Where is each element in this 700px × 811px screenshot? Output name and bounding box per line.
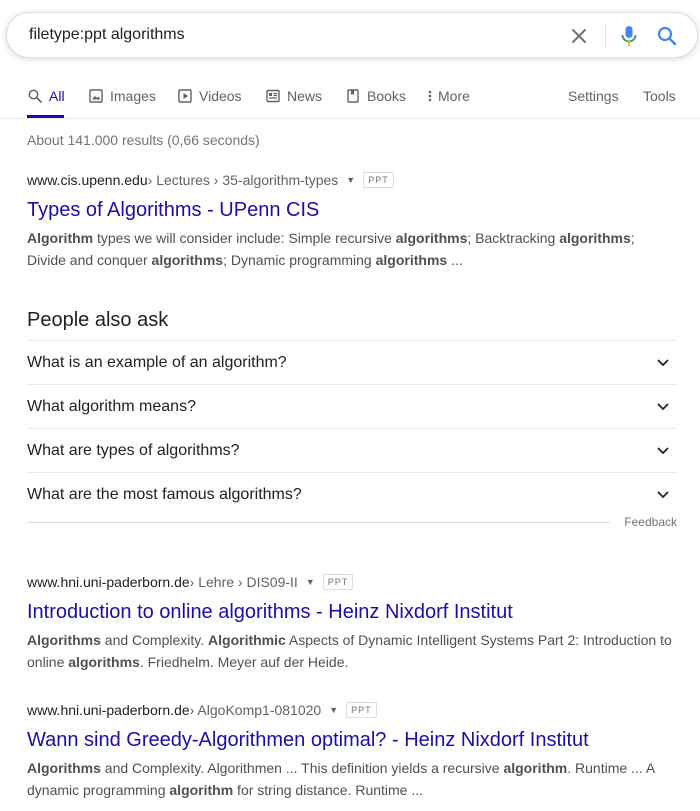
tab-news[interactable]: News: [265, 86, 322, 106]
tab-label: All: [49, 88, 65, 104]
settings-link[interactable]: Settings: [568, 86, 619, 106]
result-domain: www.cis.upenn.edu: [27, 172, 148, 188]
caret-down-icon[interactable]: ▼: [329, 705, 338, 715]
filetype-badge: PPT: [346, 702, 377, 718]
search-input[interactable]: filetype:ppt algorithms: [29, 26, 185, 44]
tabs-divider: [0, 118, 700, 119]
chevron-down-icon: [653, 485, 673, 505]
search-result: www.hni.uni-paderborn.de › AlgoKomp1-081…: [27, 701, 677, 801]
clear-icon[interactable]: [567, 24, 591, 48]
paa-question-text: What are the most famous algorithms?: [27, 486, 302, 503]
search-result: www.cis.upenn.edu › Lectures › 35-algori…: [27, 171, 677, 271]
news-icon: [265, 88, 281, 104]
tab-label: Books: [367, 88, 406, 104]
chevron-down-icon: [653, 397, 673, 417]
result-domain: www.hni.uni-paderborn.de: [27, 702, 190, 718]
result-snippet: Algorithms and Complexity. Algorithmen .…: [27, 760, 655, 798]
result-snippet: Algorithm types we will consider include…: [27, 230, 635, 268]
paa-heading: People also ask: [27, 309, 169, 331]
image-icon: [88, 88, 104, 104]
result-breadcrumb: › Lehre › DIS09-II: [189, 574, 298, 590]
result-cite: www.hni.uni-paderborn.de › Lehre › DIS09…: [27, 573, 677, 591]
result-title-link[interactable]: Introduction to online algorithms - Hein…: [27, 599, 677, 625]
result-title-link[interactable]: Wann sind Greedy-Algorithmen optimal? - …: [27, 727, 677, 753]
paa-question[interactable]: What algorithm means?: [27, 385, 677, 429]
tab-more[interactable]: More: [426, 86, 470, 106]
tab-images[interactable]: Images: [88, 86, 156, 106]
paa-question[interactable]: What are types of algorithms?: [27, 429, 677, 473]
tab-label: Images: [110, 88, 156, 104]
tab-label: Videos: [199, 88, 242, 104]
search-bar[interactable]: filetype:ppt algorithms: [6, 12, 698, 58]
tab-all[interactable]: All: [27, 86, 65, 106]
microphone-icon[interactable]: [617, 24, 641, 48]
filetype-badge: PPT: [322, 574, 354, 590]
chevron-down-icon: [653, 441, 673, 461]
paa-question-text: What are types of algorithms?: [27, 441, 240, 459]
paa-list: What is an example of an algorithm? What…: [27, 340, 677, 517]
search-tabs: All Images Videos News Books More Settin…: [0, 80, 700, 120]
paa-question[interactable]: What are the most famous algorithms?: [27, 473, 677, 517]
tools-link[interactable]: Tools: [643, 86, 676, 106]
caret-down-icon[interactable]: ▼: [346, 175, 355, 185]
paa-question-text: What algorithm means?: [27, 397, 196, 415]
feedback-link[interactable]: Feedback: [624, 515, 677, 529]
result-breadcrumb: › Lectures › 35-algorithm-types: [147, 172, 339, 188]
book-icon: [345, 88, 361, 104]
tab-videos[interactable]: Videos: [177, 86, 242, 106]
more-vert-icon: [426, 88, 434, 104]
tab-label: More: [438, 88, 470, 104]
video-icon: [177, 88, 193, 104]
paa-question[interactable]: What is an example of an algorithm?: [27, 341, 677, 385]
result-cite: www.cis.upenn.edu › Lectures › 35-algori…: [27, 171, 677, 189]
paa-question-text: What is an example of an algorithm?: [27, 353, 287, 371]
paa-feedback-row: Feedback: [27, 513, 677, 531]
result-snippet: Algorithms and Complexity. Algorithmic A…: [27, 632, 672, 670]
search-icon[interactable]: [655, 24, 679, 48]
search-bar-divider: [605, 23, 606, 49]
search-result: www.hni.uni-paderborn.de › Lehre › DIS09…: [27, 573, 677, 673]
search-icon: [27, 88, 43, 104]
result-cite: www.hni.uni-paderborn.de › AlgoKomp1-081…: [27, 701, 677, 719]
people-also-ask: People also ask What is an example of an…: [27, 306, 677, 517]
chevron-down-icon: [653, 353, 673, 373]
result-breadcrumb: › AlgoKomp1-081020: [189, 702, 322, 718]
tab-books[interactable]: Books: [345, 86, 406, 106]
tab-label: News: [287, 88, 323, 104]
result-domain: www.hni.uni-paderborn.de: [27, 574, 190, 590]
result-stats: About 141.000 results (0,66 seconds): [27, 132, 260, 148]
divider: [27, 522, 610, 523]
caret-down-icon[interactable]: ▼: [306, 577, 315, 587]
filetype-badge: PPT: [363, 172, 394, 188]
result-title-link[interactable]: Types of Algorithms - UPenn CIS: [27, 197, 677, 223]
